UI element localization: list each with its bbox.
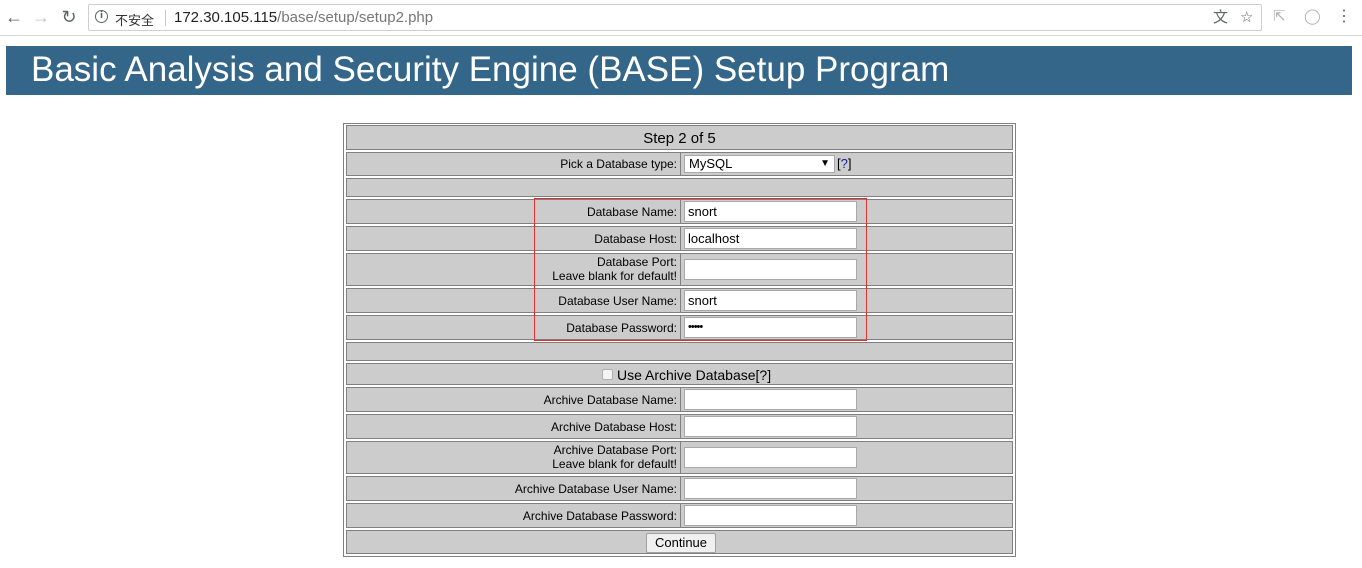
db-user-input[interactable]: snort	[684, 290, 857, 311]
url-text[interactable]: 172.30.105.115/base/setup/setup2.php	[174, 9, 433, 26]
archive-user-label-cell: Archive Database User Name:	[347, 477, 681, 500]
archive-pass-row: Archive Database Password:	[346, 503, 1013, 528]
db-type-value-cell: MySQL ▼ [?]	[682, 153, 1012, 175]
step-title: Step 2 of 5	[643, 130, 716, 147]
db-pass-input[interactable]: •••••	[684, 317, 857, 338]
back-icon[interactable]: ←	[3, 6, 25, 28]
archive-port-hint: Leave blank for default!	[552, 457, 677, 471]
archive-name-input[interactable]	[684, 389, 857, 410]
archive-port-row: Archive Database Port: Leave blank for d…	[346, 441, 1013, 474]
db-port-hint: Leave blank for default!	[552, 269, 677, 283]
address-bar[interactable]: i 不安全 172.30.105.115/base/setup/setup2.p…	[88, 4, 1262, 31]
archive-host-input[interactable]	[684, 416, 857, 437]
archive-host-label-cell: Archive Database Host:	[347, 415, 681, 438]
url-path: /base/setup/setup2.php	[277, 9, 434, 26]
archive-user-value-cell	[682, 477, 1012, 500]
reload-icon[interactable]: ↻	[58, 6, 80, 28]
archive-pass-value-cell	[682, 504, 1012, 527]
archive-checkbox-label: Use Archive Database	[617, 367, 756, 383]
db-host-row: Database Host: localhost	[346, 226, 1013, 251]
db-host-label-cell: Database Host:	[347, 227, 681, 250]
db-port-label: Database Port:	[596, 255, 677, 269]
archive-pass-label: Archive Database Password:	[522, 509, 677, 523]
browser-toolbar: ← → ↻ i 不安全 172.30.105.115/base/setup/se…	[0, 0, 1362, 36]
archive-name-label-cell: Archive Database Name:	[347, 388, 681, 411]
step-row: Step 2 of 5	[346, 125, 1013, 150]
db-user-value-cell: snort	[682, 289, 1012, 312]
page-header: Basic Analysis and Security Engine (BASE…	[6, 46, 1352, 95]
archive-port-value-cell	[682, 442, 1012, 473]
db-host-label: Database Host:	[594, 232, 677, 246]
archive-port-input[interactable]	[684, 447, 857, 468]
extension-shield-icon[interactable]: ◯	[1304, 7, 1321, 27]
db-user-row: Database User Name: snort	[346, 288, 1013, 313]
continue-button[interactable]: Continue	[646, 533, 716, 553]
archive-pass-label-cell: Archive Database Password:	[347, 504, 681, 527]
translate-icon[interactable]: 文	[1213, 8, 1228, 28]
db-pass-label: Database Password:	[566, 321, 677, 335]
db-type-row: Pick a Database type: MySQL ▼ [?]	[346, 152, 1013, 176]
bookmark-star-icon[interactable]: ☆	[1240, 8, 1253, 28]
archive-user-row: Archive Database User Name:	[346, 476, 1013, 501]
page-title: Basic Analysis and Security Engine (BASE…	[31, 50, 950, 89]
db-type-selected: MySQL	[689, 156, 733, 171]
db-type-select[interactable]: MySQL ▼	[684, 155, 835, 173]
dropdown-arrow-icon: ▼	[820, 158, 830, 169]
db-user-label: Database User Name:	[558, 294, 677, 308]
archive-name-label: Archive Database Name:	[543, 393, 677, 407]
db-name-input[interactable]: snort	[684, 201, 857, 222]
spacer-row	[346, 342, 1013, 361]
setup-form: Step 2 of 5 Pick a Database type: MySQL …	[343, 123, 1016, 557]
archive-host-row: Archive Database Host:	[346, 414, 1013, 439]
continue-row: Continue	[346, 530, 1013, 554]
db-port-input[interactable]	[684, 259, 857, 280]
db-port-label-cell: Database Port: Leave blank for default!	[347, 254, 681, 285]
archive-checkbox[interactable]	[602, 369, 613, 380]
archive-host-label: Archive Database Host:	[550, 420, 677, 434]
archive-checkbox-text: Use Archive Database[?]	[617, 367, 771, 383]
forward-icon[interactable]: →	[30, 6, 52, 28]
archive-host-value-cell	[682, 415, 1012, 438]
url-separator	[165, 10, 166, 26]
security-label[interactable]: 不安全	[115, 10, 154, 29]
db-host-input[interactable]: localhost	[684, 228, 857, 249]
archive-port-label-cell: Archive Database Port: Leave blank for d…	[347, 442, 681, 473]
archive-toggle-row: Use Archive Database[?]	[346, 363, 1013, 385]
db-port-row: Database Port: Leave blank for default!	[346, 253, 1013, 286]
spacer-row	[346, 178, 1013, 197]
menu-dots-icon[interactable]: ⋮	[1333, 6, 1355, 28]
db-type-help-link[interactable]: ?	[841, 156, 848, 171]
db-name-label-cell: Database Name:	[347, 200, 681, 223]
db-pass-row: Database Password: •••••	[346, 315, 1013, 340]
url-host: 172.30.105.115	[174, 9, 278, 26]
db-name-value-cell: snort	[682, 200, 1012, 223]
archive-name-row: Archive Database Name:	[346, 387, 1013, 412]
db-type-label: Pick a Database type:	[560, 157, 677, 171]
archive-port-label: Archive Database Port:	[553, 443, 677, 457]
extension-cursor-icon[interactable]: ⇱	[1273, 7, 1286, 27]
archive-help-link[interactable]: [?]	[756, 367, 772, 383]
db-name-row: Database Name: snort	[346, 199, 1013, 224]
db-type-help: [?]	[837, 156, 851, 171]
db-user-label-cell: Database User Name:	[347, 289, 681, 312]
db-type-label-cell: Pick a Database type:	[347, 153, 681, 175]
archive-user-label: Archive Database User Name:	[514, 482, 677, 496]
archive-user-input[interactable]	[684, 478, 857, 499]
db-name-label: Database Name:	[586, 205, 677, 219]
db-port-value-cell	[682, 254, 1012, 285]
info-icon[interactable]: i	[95, 10, 108, 23]
db-host-value-cell: localhost	[682, 227, 1012, 250]
archive-pass-input[interactable]	[684, 505, 857, 526]
db-pass-value-cell: •••••	[682, 316, 1012, 339]
archive-name-value-cell	[682, 388, 1012, 411]
db-pass-label-cell: Database Password:	[347, 316, 681, 339]
help-bracket-close: ]	[847, 156, 852, 171]
